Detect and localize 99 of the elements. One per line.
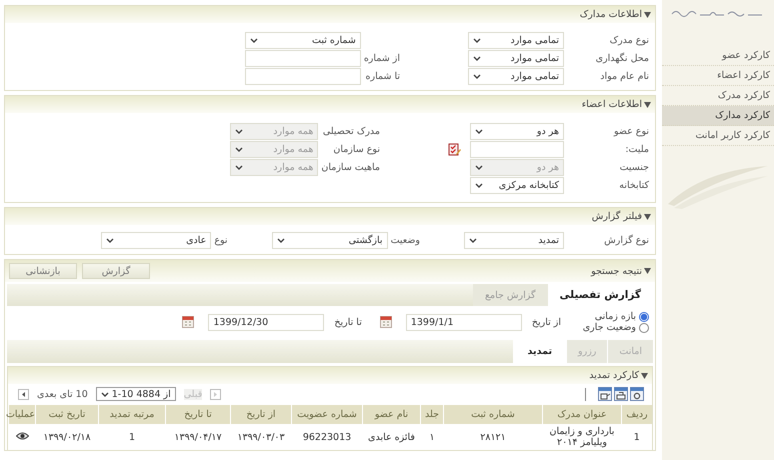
column-header[interactable]: عملیات bbox=[8, 405, 36, 424]
field-label: تا شماره bbox=[364, 71, 400, 82]
dropdown[interactable]: بازگشتی bbox=[272, 232, 388, 249]
eye-icon[interactable] bbox=[16, 432, 28, 440]
chevron-icon bbox=[475, 129, 483, 134]
field-label: ملیت: bbox=[624, 144, 649, 155]
sidebar-item[interactable]: کارکرد کاربر امانت bbox=[662, 126, 774, 146]
section-title: کارکرد تمدید bbox=[589, 370, 639, 381]
field-label: جنسیت bbox=[618, 162, 649, 173]
sidebar-item[interactable]: کارکرد اعضاء bbox=[662, 66, 774, 86]
field-label: نوع سازمان bbox=[332, 144, 380, 155]
chevron-icon bbox=[235, 165, 244, 170]
chevron-icon bbox=[475, 183, 483, 188]
column-header[interactable]: از تاریخ bbox=[230, 405, 292, 424]
radio-label: وضعیت جاری bbox=[582, 322, 636, 333]
report-tab[interactable]: گزارش جامع bbox=[473, 284, 548, 306]
collapse-icon[interactable] bbox=[644, 268, 651, 274]
type-tab[interactable]: تمدید bbox=[512, 340, 566, 363]
table-cell: ۱۳۹۹/۰۳/۰۳ bbox=[237, 432, 285, 442]
field-label: نوع عضو bbox=[612, 126, 649, 137]
section-title: نتیجه جستجو bbox=[591, 266, 642, 276]
field-label: تا تاریخ bbox=[334, 316, 362, 328]
checklist-icon[interactable] bbox=[448, 143, 462, 156]
column-header[interactable]: تا تاریخ bbox=[166, 405, 230, 424]
chevron-icon bbox=[473, 74, 481, 79]
date-field[interactable]: 1399/12/30 bbox=[208, 314, 324, 330]
field-label: ماهیت سازمان bbox=[321, 162, 380, 173]
chevron-icon bbox=[235, 129, 244, 134]
chevron-icon bbox=[473, 38, 481, 43]
column-header[interactable]: ردیف bbox=[622, 405, 652, 424]
field-label: نوع bbox=[214, 235, 228, 246]
chevron-icon bbox=[469, 238, 477, 243]
collapse-icon[interactable] bbox=[644, 102, 651, 108]
field-label: وضعیت bbox=[390, 235, 420, 246]
dropdown[interactable]: تمامی موارد bbox=[468, 50, 564, 67]
table-cell: بارداری و زایمان ویلیامز ۲۰۱۴ bbox=[550, 426, 614, 448]
text-field[interactable] bbox=[244, 68, 361, 85]
chevron-icon bbox=[250, 38, 258, 43]
settings-icon[interactable] bbox=[630, 387, 644, 401]
action-button[interactable]: بازنشانی bbox=[9, 263, 77, 279]
column-header[interactable]: نام عضو bbox=[362, 405, 420, 424]
column-header[interactable]: شماره ثبت bbox=[444, 405, 542, 424]
page-dropdown[interactable]: 1-10 از 4884 bbox=[96, 387, 176, 401]
collapse-icon[interactable] bbox=[644, 12, 651, 18]
field-label: کتابخانه bbox=[618, 180, 649, 191]
column-header[interactable]: شماره عضویت bbox=[292, 405, 362, 424]
column-header[interactable]: عنوان مدرک bbox=[542, 405, 622, 424]
dropdown[interactable]: عادی bbox=[101, 232, 212, 249]
column-header[interactable]: تاریخ ثبت bbox=[36, 405, 98, 424]
dropdown[interactable]: هر دو bbox=[470, 123, 564, 140]
column-header[interactable]: جلد bbox=[420, 405, 444, 424]
text-field[interactable] bbox=[244, 50, 361, 67]
print-icon[interactable] bbox=[614, 387, 628, 401]
dropdown[interactable]: تمامی موارد bbox=[468, 68, 564, 85]
text-field[interactable] bbox=[470, 141, 564, 158]
field-label: از تاریخ bbox=[532, 316, 561, 328]
dropdown[interactable]: شماره ثبت bbox=[244, 32, 361, 49]
chevron-icon bbox=[473, 56, 481, 61]
collapse-icon[interactable] bbox=[644, 214, 651, 220]
chevron-icon bbox=[106, 238, 114, 243]
collapse-icon[interactable] bbox=[641, 372, 648, 378]
table-cell: 1 bbox=[634, 432, 640, 442]
table-cell: 96223013 bbox=[302, 432, 352, 442]
field-label: محل نگهداری bbox=[594, 53, 649, 64]
calendar-icon[interactable] bbox=[182, 316, 194, 328]
field-label: نوع گزارش bbox=[603, 235, 649, 246]
chevron-icon bbox=[276, 238, 285, 243]
table-cell: ۱۳۹۹/۰۴/۱۷ bbox=[174, 432, 222, 442]
table-cell: ۱۳۹۹/۰۲/۱۸ bbox=[43, 432, 91, 442]
next-link[interactable]: 10 تای بعدی bbox=[37, 388, 88, 400]
sidebar-item[interactable]: کارکرد مدارک bbox=[662, 106, 774, 126]
radio-button[interactable] bbox=[639, 312, 649, 322]
action-button[interactable]: گزارش bbox=[82, 263, 150, 279]
field-label: نوع مدرک bbox=[608, 35, 649, 46]
field-label: مدرک تحصیلی bbox=[322, 126, 380, 137]
radio-label: بازه زمانی bbox=[594, 311, 636, 322]
chevron-icon bbox=[235, 147, 244, 152]
dropdown[interactable]: کتابخانه مرکزی bbox=[470, 177, 564, 194]
export-icon[interactable] bbox=[598, 387, 612, 401]
chevron-icon bbox=[475, 165, 483, 170]
chevron-icon bbox=[100, 392, 109, 396]
section-title: اطلاعات اعضاء bbox=[582, 99, 642, 110]
calendar-icon[interactable] bbox=[380, 316, 392, 328]
section-title: فیلتر گزارش bbox=[592, 211, 642, 222]
table-cell: ۱ bbox=[429, 432, 435, 442]
dropdown[interactable]: تمدید bbox=[464, 232, 564, 249]
date-field[interactable]: 1399/1/1 bbox=[406, 314, 522, 330]
table-cell: ۲۸۱۲۱ bbox=[480, 432, 506, 442]
table-cell: 1 bbox=[128, 432, 136, 442]
sidebar-item[interactable]: کارکرد عضو bbox=[662, 46, 774, 66]
report-tab[interactable]: گزارش تفصیلی bbox=[548, 284, 653, 306]
field-label: نام عام مواد bbox=[599, 71, 649, 82]
next-button[interactable] bbox=[18, 388, 29, 400]
table-cell: فائزه عابدی bbox=[368, 432, 415, 442]
dropdown[interactable]: تمامی موارد bbox=[468, 32, 564, 49]
field-label: از شماره bbox=[364, 53, 400, 64]
section-title: اطلاعات مدارک bbox=[580, 9, 642, 20]
column-header[interactable]: مرتبه تمدید bbox=[98, 405, 166, 424]
radio-button[interactable] bbox=[639, 322, 649, 332]
